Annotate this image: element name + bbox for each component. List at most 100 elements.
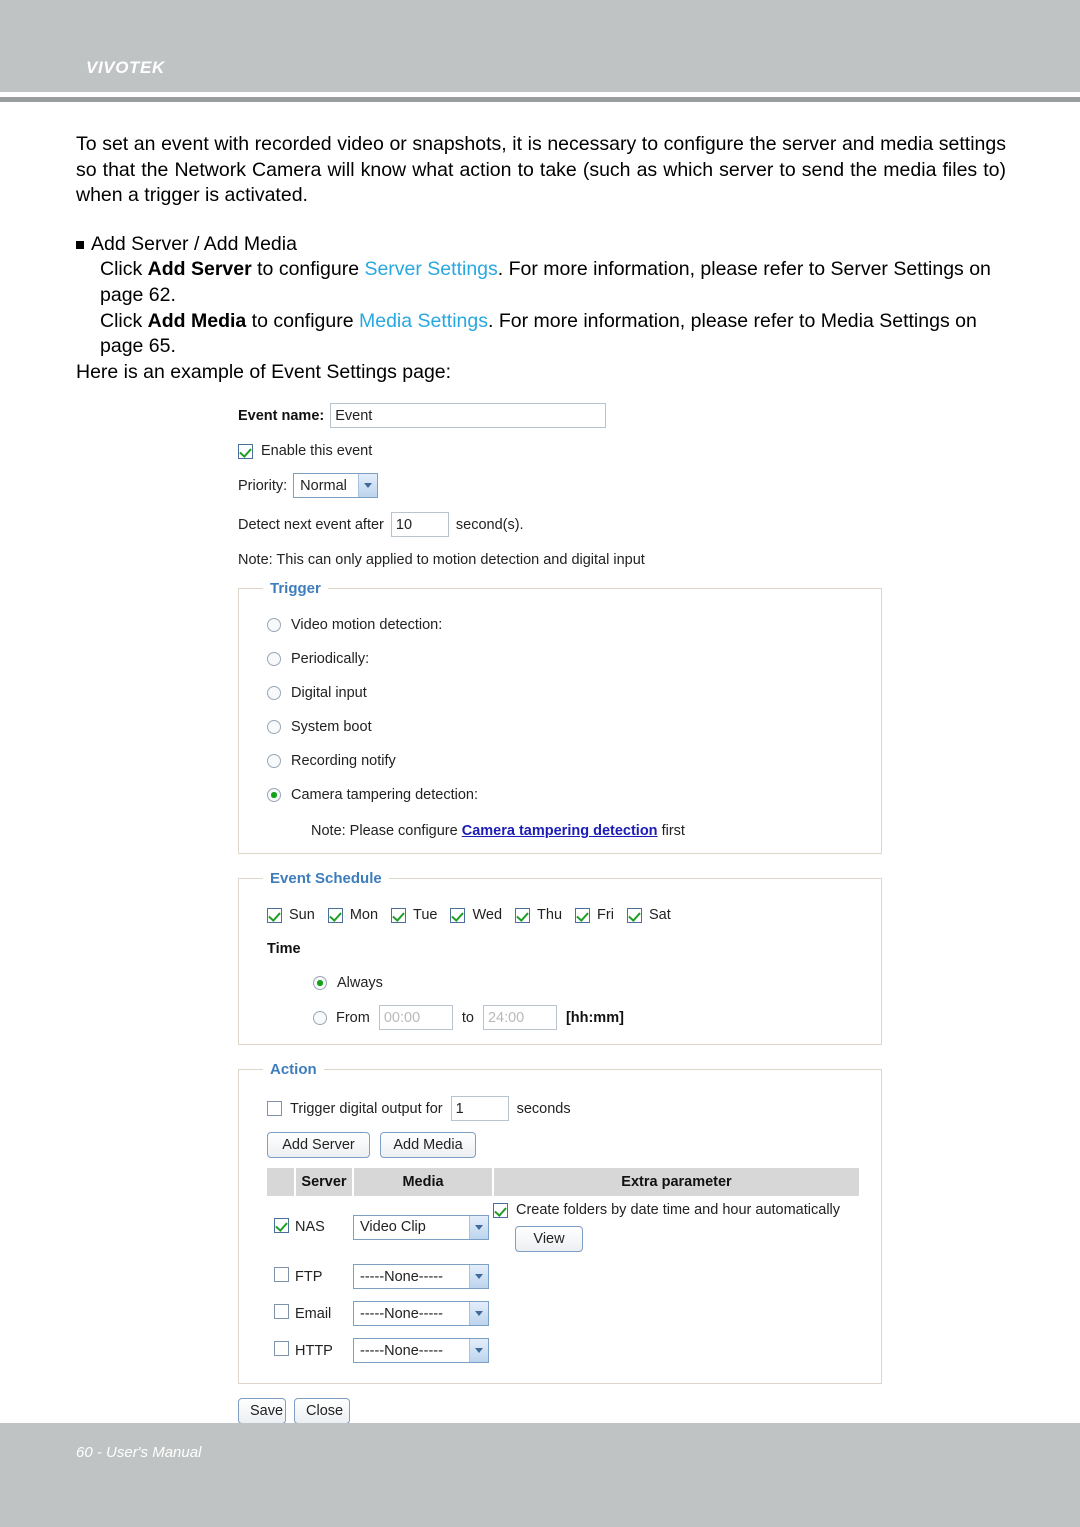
time-always-row[interactable]: Always xyxy=(313,975,869,991)
nas-media-select[interactable]: Video Clip xyxy=(353,1214,489,1240)
trigger-fieldset: Trigger Video motion detection: Periodic… xyxy=(238,580,882,854)
add-media-instruction: Click Add Media to configure Media Setti… xyxy=(100,309,1006,360)
form-footer-buttons: Save Close xyxy=(238,1398,882,1425)
email-media-select[interactable]: -----None----- xyxy=(353,1301,489,1327)
day-label-mon: Mon xyxy=(349,907,379,923)
trigger-option-digital-input[interactable]: Digital input xyxy=(267,685,869,701)
nas-server-cell: NAS xyxy=(295,1196,353,1258)
trigger-option-video-motion-detection[interactable]: Video motion detection: xyxy=(267,617,869,633)
ftp-media-cell: -----None----- xyxy=(353,1258,493,1295)
checkbox-fri[interactable] xyxy=(575,907,591,923)
trigger-option-label: Camera tampering detection: xyxy=(291,787,478,803)
example-caption: Here is an example of Event Settings pag… xyxy=(76,360,452,383)
trigger-option-label: System boot xyxy=(291,719,372,735)
http-media-select[interactable]: -----None----- xyxy=(353,1338,489,1364)
radio-system-boot[interactable] xyxy=(267,720,281,734)
column-header-extra-parameter: Extra parameter xyxy=(493,1168,859,1197)
trigger-option-label: Recording notify xyxy=(291,753,396,769)
event-schedule-fieldset: Event Schedule Sun Mon Tue Wed Thu Fri S… xyxy=(238,870,882,1045)
create-folders-row: Create folders by date time and hour aut… xyxy=(493,1202,859,1218)
checkbox-mon[interactable] xyxy=(327,907,343,923)
email-checkbox[interactable] xyxy=(273,1304,289,1320)
radio-recording-notify[interactable] xyxy=(267,754,281,768)
ftp-server-cell: FTP xyxy=(295,1258,353,1295)
nas-media-select-value: Video Clip xyxy=(360,1219,426,1236)
view-button[interactable]: View xyxy=(515,1226,583,1253)
intro-paragraph: To set an event with recorded video or s… xyxy=(76,133,1006,207)
media-settings-link[interactable]: Media Settings xyxy=(359,310,488,332)
event-name-input[interactable] xyxy=(330,403,607,428)
camera-tampering-detection-link[interactable]: Camera tampering detection xyxy=(462,823,658,839)
table-row: NAS Video Clip Create folders by date ti… xyxy=(267,1196,859,1258)
http-server-label: HTTP xyxy=(295,1342,333,1359)
radio-from[interactable] xyxy=(313,1010,327,1025)
trigger-digital-output-label: Trigger digital output for xyxy=(290,1100,443,1117)
trigger-option-camera-tampering-detection[interactable]: Camera tampering detection: xyxy=(267,787,869,803)
save-button[interactable]: Save xyxy=(238,1398,286,1425)
table-row: FTP -----None----- xyxy=(267,1258,859,1295)
trigger-note: Note: Please configure Camera tampering … xyxy=(311,823,869,839)
ftp-extra-cell xyxy=(493,1258,859,1295)
checkbox-sat[interactable] xyxy=(626,907,642,923)
time-from-row[interactable]: From to [hh:mm] xyxy=(313,1005,869,1030)
square-bullet-icon xyxy=(76,240,84,249)
checkbox-sun[interactable] xyxy=(267,907,282,923)
enable-event-row[interactable]: Enable this event xyxy=(238,443,882,459)
to-label: to xyxy=(461,1009,474,1026)
detect-seconds-input[interactable] xyxy=(390,512,449,537)
trigger-option-periodically[interactable]: Periodically: xyxy=(267,651,869,667)
radio-digital-input[interactable] xyxy=(267,686,281,700)
ftp-media-select[interactable]: -----None----- xyxy=(353,1264,489,1290)
ftp-checkbox[interactable] xyxy=(273,1267,289,1283)
ftp-checkbox-cell xyxy=(267,1258,295,1295)
trigger-option-recording-notify[interactable]: Recording notify xyxy=(267,753,869,769)
radio-always[interactable] xyxy=(313,976,327,990)
bullet-label: Add Server / Add Media xyxy=(91,232,297,255)
checkbox-tue[interactable] xyxy=(391,907,407,923)
chevron-down-icon xyxy=(469,1302,488,1326)
radio-video-motion-detection[interactable] xyxy=(267,618,281,632)
trigger-options: Video motion detection: Periodically: Di… xyxy=(239,617,881,839)
nas-server-label: NAS xyxy=(295,1219,325,1236)
day-label-tue: Tue xyxy=(413,907,438,923)
trigger-option-system-boot[interactable]: System boot xyxy=(267,719,869,735)
http-checkbox[interactable] xyxy=(273,1341,289,1357)
enable-event-checkbox[interactable] xyxy=(238,443,253,459)
priority-select-value: Normal xyxy=(300,477,347,494)
trigger-note-prefix: Note: Please configure xyxy=(311,823,462,839)
bullet-add-server-add-media: Add Server / Add Media xyxy=(76,232,1006,258)
trigger-digital-output-checkbox[interactable] xyxy=(267,1101,282,1116)
email-media-cell: -----None----- xyxy=(353,1295,493,1332)
footer-page-label: 60 - User's Manual xyxy=(76,1444,202,1461)
checkbox-thu[interactable] xyxy=(515,907,531,923)
server-settings-link[interactable]: Server Settings xyxy=(364,258,497,280)
day-label-sat: Sat xyxy=(648,907,671,923)
to-time-input[interactable] xyxy=(482,1005,557,1030)
http-media-cell: -----None----- xyxy=(353,1332,493,1369)
trigger-option-label: Video motion detection: xyxy=(291,617,443,633)
document-body: To set an event with recorded video or s… xyxy=(76,132,1006,385)
radio-camera-tampering-detection[interactable] xyxy=(267,788,281,802)
from-time-input[interactable] xyxy=(378,1005,453,1030)
ftp-server-label: FTP xyxy=(295,1268,323,1285)
add-server-button[interactable]: Add Server xyxy=(267,1132,370,1159)
trigger-digital-output-seconds-input[interactable] xyxy=(450,1096,509,1121)
nas-checkbox[interactable] xyxy=(273,1217,289,1233)
from-label: From xyxy=(336,1009,370,1026)
add-media-button[interactable]: Add Media xyxy=(380,1132,476,1159)
create-folders-checkbox[interactable] xyxy=(493,1202,508,1218)
event-name-row: Event name: xyxy=(238,403,882,428)
radio-periodically[interactable] xyxy=(267,652,281,666)
close-button[interactable]: Close xyxy=(294,1398,350,1425)
priority-row: Priority: Normal xyxy=(238,473,882,498)
day-label-wed: Wed xyxy=(472,907,503,923)
enable-event-label: Enable this event xyxy=(261,443,373,459)
email-media-select-value: -----None----- xyxy=(360,1305,443,1322)
priority-select[interactable]: Normal xyxy=(293,473,379,498)
column-header-server: Server xyxy=(295,1168,354,1197)
checkbox-wed[interactable] xyxy=(450,907,466,923)
trigger-digital-output-suffix: seconds xyxy=(516,1100,571,1117)
priority-label: Priority: xyxy=(238,477,288,494)
trigger-option-label: Digital input xyxy=(291,685,367,701)
detect-next-event-row: Detect next event after second(s). xyxy=(238,512,882,537)
